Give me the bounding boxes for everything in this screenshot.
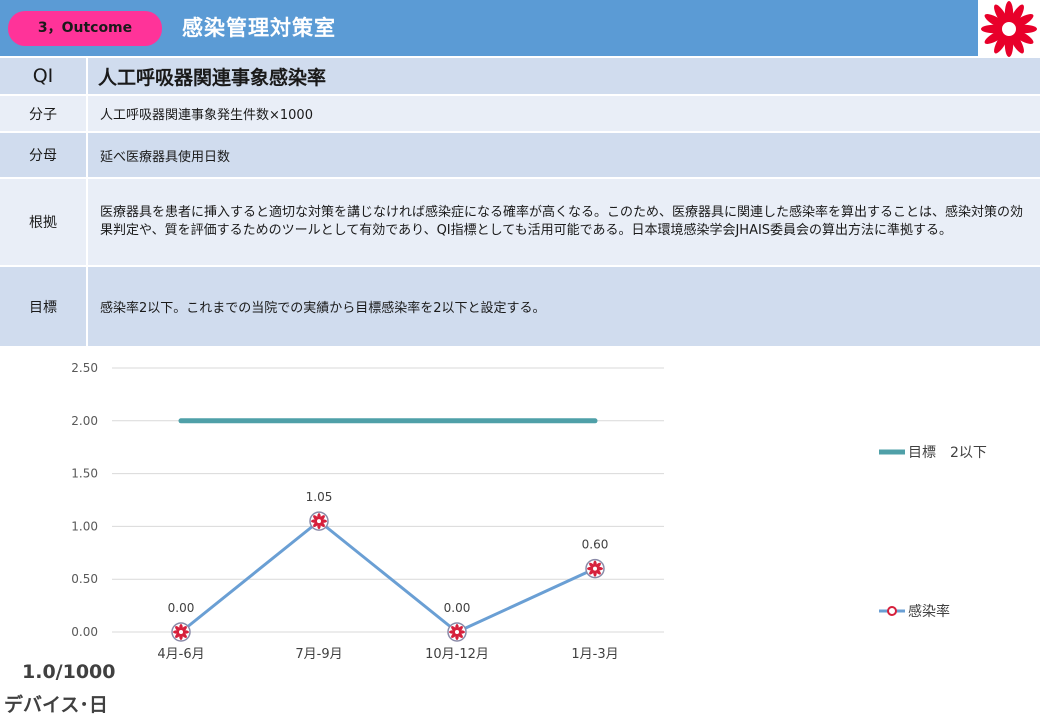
hospital-emblem-icon: [978, 0, 1040, 58]
marker-center: [455, 630, 459, 634]
emblem-center: [1000, 20, 1018, 38]
legend-label: 目標 2以下: [908, 445, 987, 461]
data-point-marker: [585, 558, 605, 579]
data-point-marker: [447, 622, 467, 642]
goal-value: 感染率2以下。これまでの当院での実績から目標感染率を2以下と設定する。: [87, 266, 1040, 348]
row-basis: 根拠 医療器具を患者に挿入すると適切な対策を講じなければ感染症になる確率が高くな…: [0, 178, 1040, 267]
qi-label: QI: [0, 58, 88, 96]
series-line-infection-rate: [179, 519, 597, 634]
goal-label: 目標: [0, 266, 88, 348]
y-tick-label: 1.50: [71, 467, 98, 481]
data-label: 1.05: [306, 490, 333, 504]
data-label: 0.00: [444, 601, 471, 615]
denominator-value: 延べ医療器具使用日数: [87, 132, 1040, 179]
basis-value: 医療器具を患者に挿入すると適切な対策を講じなければ感染症になる確率が高くなる。こ…: [87, 178, 1040, 267]
denominator-label: 分母: [0, 132, 88, 179]
numerator-value: 人工呼吸器関連事象発生件数×1000: [87, 95, 1040, 133]
x-tick-label: 1月-3月: [571, 647, 618, 662]
unit-label-rate: 1.0/1000: [22, 661, 116, 683]
row-qi: QI 人工呼吸器関連事象感染率: [0, 58, 1040, 96]
legend-label: 感染率: [908, 603, 950, 620]
qi-value: 人工呼吸器関連事象感染率: [87, 58, 1040, 96]
department-title: 感染管理対策室: [182, 16, 336, 40]
x-tick-label: 7月-9月: [295, 647, 342, 662]
x-tick-label: 4月-6月: [157, 647, 204, 662]
data-point-marker: [171, 622, 191, 642]
legend-marker: [887, 606, 897, 616]
numerator-label: 分子: [0, 95, 88, 133]
marker-center: [593, 566, 597, 571]
header-bar: 3，Outcome 感染管理対策室: [0, 0, 1040, 58]
y-tick-label: 1.00: [71, 519, 98, 533]
y-tick-label: 2.50: [71, 361, 98, 375]
marker-center: [317, 519, 321, 524]
data-label: 0.60: [582, 538, 609, 552]
data-label: 0.00: [168, 601, 195, 615]
row-denominator: 分母 延べ医療器具使用日数: [0, 132, 1040, 179]
basis-label: 根拠: [0, 178, 88, 267]
data-point-marker: [309, 511, 329, 531]
y-tick-label: 2.00: [71, 414, 98, 428]
row-goal: 目標 感染率2以下。これまでの当院での実績から目標感染率を2以下と設定する。: [0, 266, 1040, 348]
qi-definition-table: QI 人工呼吸器関連事象感染率 分子 人工呼吸器関連事象発生件数×1000 分母…: [0, 58, 1040, 348]
infection-rate-chart: 0.00 0.50 1.00 1.50 2.00 2.50 4月-6月 7月-9月 10月-12…: [71, 361, 987, 662]
row-numerator: 分子 人工呼吸器関連事象発生件数×1000: [0, 95, 1040, 133]
x-tick-label: 10月-12月: [425, 647, 489, 662]
y-tick-label: 0.50: [71, 572, 98, 586]
section-badge: 3，Outcome: [8, 11, 162, 46]
unit-label-device-days: デバイス･日: [4, 694, 108, 716]
y-tick-label: 0.00: [71, 625, 98, 639]
marker-center: [179, 630, 183, 634]
